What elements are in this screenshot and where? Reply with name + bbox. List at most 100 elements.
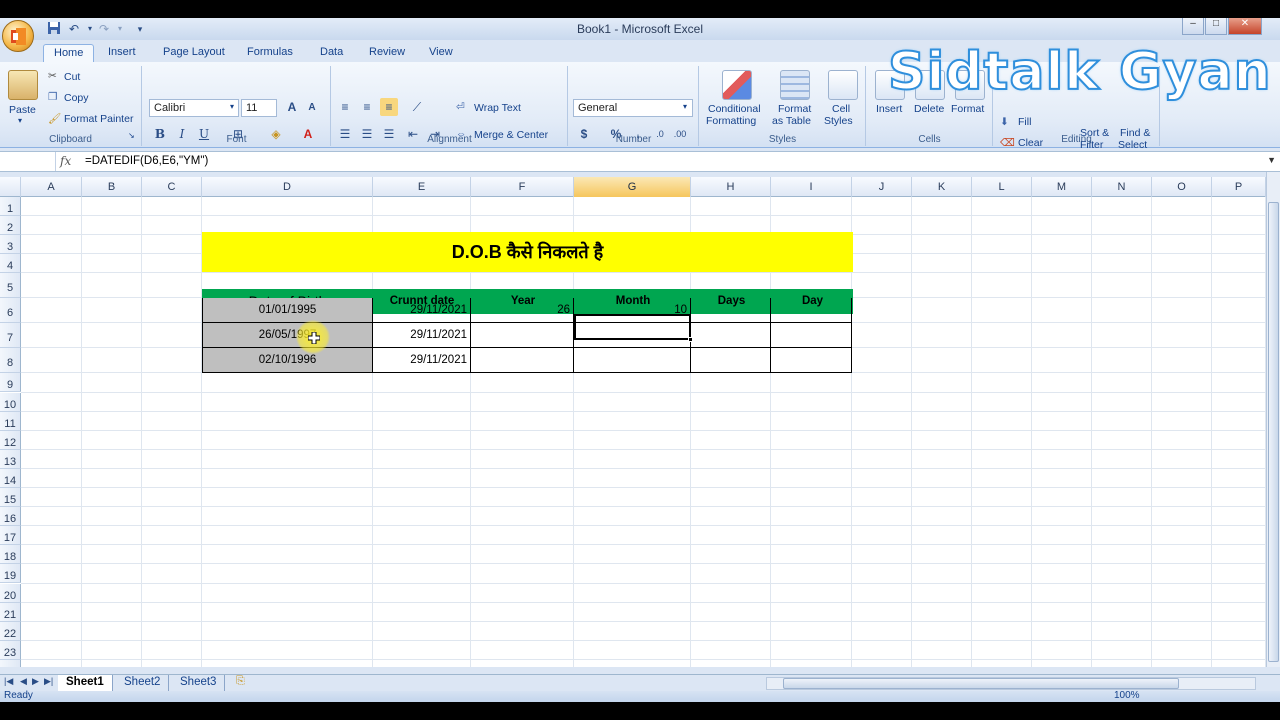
formula-input[interactable]: =DATEDIF(D6,E6,"YM") [85,155,208,167]
name-box[interactable] [0,152,56,171]
fill-button[interactable]: Fill [1018,116,1031,128]
row-header-11[interactable]: 11 [0,411,21,431]
sheet-nav-last-icon[interactable]: ▶| [44,676,53,687]
row-header-8[interactable]: 8 [0,348,21,374]
cell-days[interactable] [691,323,771,349]
row-header-17[interactable]: 17 [0,526,21,546]
sheet-nav-next-icon[interactable]: ▶ [32,676,39,687]
cell-dob[interactable]: 02/10/1996 [202,348,373,374]
format-as-table-icon[interactable] [780,70,810,100]
column-header-i[interactable]: I [771,177,852,197]
column-header-b[interactable]: B [82,177,142,197]
column-header-e[interactable]: E [373,177,471,197]
sheet-tab-sheet2[interactable]: Sheet2 [116,675,170,691]
cell-current[interactable]: 29/11/2021 [373,323,471,349]
vertical-scroll-thumb[interactable] [1268,202,1279,662]
sheet-tab-sheet3[interactable]: Sheet3 [172,675,226,691]
cell-day[interactable] [771,348,852,374]
cell-year[interactable] [471,323,574,349]
paste-dropdown-icon[interactable]: ▾ [18,116,22,125]
restore-button[interactable]: □ [1205,18,1227,35]
insert-cells-button[interactable]: Insert [876,103,902,115]
cell-days[interactable] [691,348,771,374]
column-header-p[interactable]: P [1212,177,1266,197]
row-header-22[interactable]: 22 [0,621,21,641]
sheet-nav-prev-icon[interactable]: ◀ [20,676,27,687]
row-header-20[interactable]: 20 [0,583,21,603]
column-header-m[interactable]: M [1032,177,1092,197]
align-top-icon[interactable]: ≡ [336,98,354,116]
cell-days[interactable] [691,298,771,324]
grow-font-icon[interactable]: A [283,98,301,116]
cell-year[interactable]: 26 [471,298,574,324]
zoom-level[interactable]: 100% [1114,690,1140,701]
copy-button[interactable]: Copy [64,92,89,104]
paste-button[interactable]: Paste [9,104,36,116]
format-as-table-button[interactable]: Format [778,103,811,115]
cell-day[interactable] [771,323,852,349]
cell-styles-button[interactable]: Cell [832,103,850,115]
dialog-launcher-icon[interactable]: ↘ [128,131,135,140]
column-header-a[interactable]: A [21,177,82,197]
cell-month[interactable] [574,348,691,374]
align-middle-icon[interactable]: ≡ [358,98,376,116]
tab-page-layout[interactable]: Page Layout [153,44,235,62]
row-header-18[interactable]: 18 [0,545,21,565]
number-format-select[interactable]: General [573,99,693,117]
column-header-n[interactable]: N [1092,177,1152,197]
cell-styles-icon[interactable] [828,70,858,100]
wrap-text-button[interactable]: Wrap Text [474,102,521,114]
row-header-5[interactable]: 5 [0,273,21,299]
paste-icon[interactable] [8,70,38,100]
row-header-10[interactable]: 10 [0,392,21,412]
row-header-3[interactable]: 3 [0,235,21,255]
close-button[interactable]: ✕ [1228,18,1262,35]
tab-data[interactable]: Data [310,44,353,62]
fill-handle[interactable] [688,337,693,342]
row-header-21[interactable]: 21 [0,602,21,622]
column-header-k[interactable]: K [912,177,972,197]
row-header-7[interactable]: 7 [0,323,21,349]
column-header-f[interactable]: F [471,177,574,197]
row-header-12[interactable]: 12 [0,430,21,450]
font-size-select[interactable]: 11 [241,99,277,117]
title-banner[interactable]: D.O.B कैसे निकलते है [202,232,853,272]
expand-formula-icon[interactable]: ▼ [1267,155,1276,165]
insert-sheet-icon[interactable]: ⎘ [236,675,245,688]
column-header-c[interactable]: C [142,177,202,197]
fx-icon[interactable]: fx [60,154,71,168]
row-header-14[interactable]: 14 [0,468,21,488]
minimize-button[interactable]: – [1182,18,1204,35]
vertical-scrollbar[interactable] [1266,172,1280,667]
cell-year[interactable] [471,348,574,374]
column-header-d[interactable]: D [202,177,373,197]
tab-view[interactable]: View [419,44,463,62]
cell-dob[interactable]: 01/01/1995 [202,298,373,324]
tab-home[interactable]: Home [43,44,95,62]
delete-cells-button[interactable]: Delete [914,103,944,115]
column-header-l[interactable]: L [972,177,1032,197]
row-header-6[interactable]: 6 [0,298,21,324]
cell-day[interactable] [771,298,852,324]
orientation-icon[interactable]: ⟋ [408,98,426,116]
conditional-formatting-button[interactable]: Conditional [708,103,761,115]
row-header-9[interactable]: 9 [0,373,21,393]
horizontal-scroll-thumb[interactable] [783,678,1179,689]
font-name-select[interactable]: Calibri [149,99,239,117]
column-header-j[interactable]: J [852,177,912,197]
select-all-corner[interactable] [0,177,21,197]
row-header-4[interactable]: 4 [0,254,21,274]
row-header-15[interactable]: 15 [0,488,21,508]
sheet-tab-sheet1[interactable]: Sheet1 [58,675,113,691]
tab-insert[interactable]: Insert [98,44,146,62]
tab-formulas[interactable]: Formulas [237,44,303,62]
office-button[interactable] [2,20,34,52]
cell-current[interactable]: 29/11/2021 [373,348,471,374]
row-header-19[interactable]: 19 [0,564,21,584]
horizontal-scrollbar[interactable] [766,677,1256,690]
row-header-16[interactable]: 16 [0,507,21,527]
active-cell-g6[interactable] [574,314,691,340]
column-header-o[interactable]: O [1152,177,1212,197]
column-header-g[interactable]: G [574,177,691,197]
tab-review[interactable]: Review [359,44,415,62]
